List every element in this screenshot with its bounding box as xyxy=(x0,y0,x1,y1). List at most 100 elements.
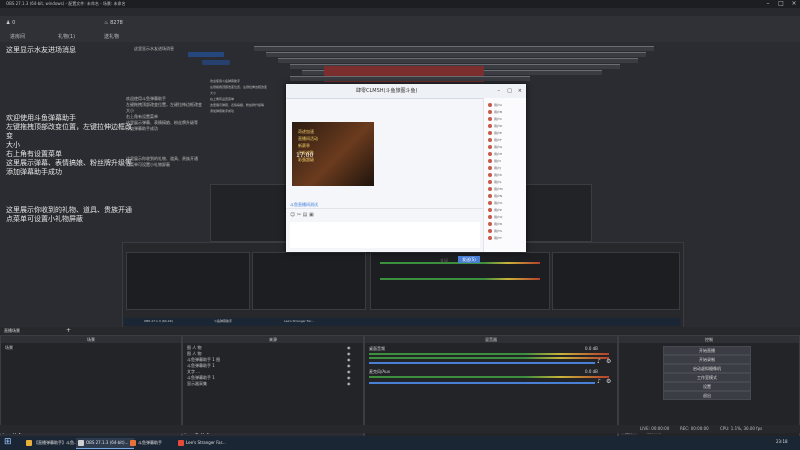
control-button[interactable]: 工作室模式 xyxy=(663,373,751,382)
taskbar-item[interactable]: 斗鱼弹幕助手 xyxy=(128,438,182,448)
chat-dialog: 肆零CLMSH(斗鱼旅图斗鱼) – □ × 奇迹加速 直播间活动 新赛季 全新皮… xyxy=(286,84,526,263)
avatar xyxy=(488,222,492,226)
avatar xyxy=(488,208,492,212)
avatar xyxy=(488,187,492,191)
user-list-item[interactable]: 用户P xyxy=(488,207,524,213)
chat-dialog-header: 肆零CLMSH(斗鱼旅图斗鱼) – □ × xyxy=(286,84,526,99)
avatar xyxy=(488,152,492,156)
user-list-item[interactable]: 用户T xyxy=(488,235,524,241)
nested-welcome-message: 欢迎使用斗鱼弹幕助手 左键拖拽顶部改变位置，左键拉伸边框改变 大小 右上角有设置… xyxy=(126,96,202,131)
speaker-icon[interactable]: ♪ xyxy=(597,378,601,385)
close-button[interactable]: 关闭 xyxy=(440,258,448,264)
user-list-item[interactable]: 用户C xyxy=(488,116,524,122)
user-list-item[interactable]: 用户H xyxy=(488,151,524,157)
track1-volume-slider[interactable] xyxy=(369,362,595,364)
tab-enter-room[interactable]: 进房间 xyxy=(10,33,25,40)
chat-poster-image[interactable]: 奇迹加速 直播间活动 新赛季 全新皮肤 彩蛋超级 17:00 xyxy=(292,122,374,186)
tab-gift[interactable]: 礼物(1) xyxy=(58,33,75,40)
gear-icon[interactable]: ⚙ xyxy=(606,358,611,365)
emoji-icon[interactable]: ☺ xyxy=(290,212,295,218)
window-title-bar: OBS 27.1.3 (64-bit, windows) - 配置文件: 未命名… xyxy=(0,0,800,8)
user-list-item[interactable]: 用户S xyxy=(488,228,524,234)
avatar xyxy=(488,110,492,114)
nested-welcome-message-2: 欢迎使用斗鱼弹幕助手 左键拖拽顶部改变位置，左键拉伸边框改变 大小 右上角有设置… xyxy=(210,79,268,113)
add-tab-icon[interactable]: + xyxy=(66,327,71,334)
user-list-item[interactable]: 用户B xyxy=(488,109,524,115)
nested-meter xyxy=(380,278,540,280)
control-button[interactable]: 设置 xyxy=(663,382,751,391)
user-list-item[interactable]: 用户N xyxy=(488,193,524,199)
close-icon[interactable]: × xyxy=(518,84,522,98)
eye-icon[interactable]: ◉ xyxy=(347,381,351,387)
sources-dock: 来源 图 人 物 ◉ 图 人 物 ◉ 斗鱼弹幕助手 1 图 ◉ 斗鱼弹幕助手 1 ◉ 文字 ..… xyxy=(182,335,364,437)
user-list-item[interactable]: 用户R xyxy=(488,221,524,227)
user-list-item[interactable]: 用户G xyxy=(488,144,524,150)
track1-meter xyxy=(369,353,609,355)
send-button[interactable]: 发送(S) xyxy=(458,256,480,263)
avatar xyxy=(488,124,492,128)
scenes-dock: 场景 场景 + − ∧ ∨ xyxy=(0,335,182,437)
user-list-item[interactable]: 用户E xyxy=(488,130,524,136)
avatar xyxy=(488,103,492,107)
user-list-item[interactable]: 用户O xyxy=(488,200,524,206)
control-button[interactable]: 开始录制 xyxy=(663,355,751,364)
user-list-item[interactable]: 用户F xyxy=(488,137,524,143)
track1-db: 0.0 dB xyxy=(585,346,598,351)
tab-send-gift[interactable]: 送礼物 xyxy=(104,33,119,40)
scene-item[interactable]: 场景 xyxy=(5,345,13,351)
user-list-item[interactable]: 用户I xyxy=(488,158,524,164)
avatar xyxy=(488,215,492,219)
menu-bar xyxy=(0,8,800,16)
nested-controls-dock xyxy=(552,252,680,310)
user-list-item[interactable]: 用户M xyxy=(488,186,524,192)
control-button[interactable]: 启动虚拟摄像机 xyxy=(663,364,751,373)
minimize-icon[interactable]: – xyxy=(762,0,774,8)
enter-message: 这里显示水友进场消息 xyxy=(6,46,76,54)
track2-db: 0.0 dB xyxy=(585,369,598,374)
folder-icon[interactable]: ▤ xyxy=(303,212,308,218)
scissors-icon[interactable]: ✂ xyxy=(297,212,301,218)
avatar xyxy=(488,194,492,198)
avatar xyxy=(488,145,492,149)
close-icon[interactable]: × xyxy=(788,0,800,8)
track1-name: 桌面音频 xyxy=(369,346,385,351)
nested-scenes-dock xyxy=(126,252,250,310)
mixer-dock-title: 混音器 xyxy=(365,336,617,343)
taskbar-item[interactable]: Lee's Stranger Far... xyxy=(176,438,234,448)
avatar xyxy=(488,173,492,177)
controls-dock: 控制 开始直播开始录制启动虚拟摄像机工作室模式设置退出 控件 场景转场 xyxy=(618,335,800,437)
user-list-item[interactable]: 用户K xyxy=(488,172,524,178)
user-list-item[interactable]: 用户J xyxy=(488,165,524,171)
avatar xyxy=(488,159,492,163)
gear-icon[interactable]: ⚙ xyxy=(606,378,611,385)
mixer-dock: 混音器 桌面音频 0.0 dB ♪ ⚙ 麦克风/Aux 0.0 dB ♪ ⚙ xyxy=(364,335,618,437)
track1-meter xyxy=(369,357,609,359)
input-divider xyxy=(286,208,484,209)
tab-scene[interactable]: 直播场景 xyxy=(4,328,20,334)
user-list-item[interactable]: 用户A xyxy=(488,102,524,108)
source-item[interactable]: 显示器采集 xyxy=(187,381,207,387)
maximize-icon[interactable]: □ xyxy=(507,84,512,98)
windows-start-icon[interactable]: ⊞ xyxy=(4,437,12,447)
control-button[interactable]: 开始直播 xyxy=(663,346,751,355)
minimize-icon[interactable]: – xyxy=(498,84,501,98)
nested-taskbar: OBS 27.1.3 (64-bit) 斗鱼弹幕助手 Lee's Strange… xyxy=(124,318,680,326)
user-list-item[interactable]: 用户Q xyxy=(488,214,524,220)
taskbar-item[interactable]: 【直播弹幕助手】斗鱼... xyxy=(24,438,82,448)
avatar xyxy=(488,117,492,121)
speaker-icon[interactable]: ♪ xyxy=(597,358,601,365)
gift-message: 这里展示你收到的礼物、道具、贵族开通 点菜单可设置小礼物屏蔽 xyxy=(6,206,132,223)
nested-enter-message: 这里显示水友进场消息 xyxy=(134,46,174,51)
user-list-item[interactable]: 用户D xyxy=(488,123,524,129)
control-button[interactable]: 退出 xyxy=(663,391,751,400)
user-list-item[interactable]: 用户L xyxy=(488,179,524,185)
avatar xyxy=(488,180,492,184)
maximize-icon[interactable]: □ xyxy=(775,0,787,8)
fire-icon: ♨ xyxy=(104,20,109,26)
taskbar-item-obs[interactable]: OBS 27.1.3 (64-bit)... xyxy=(76,438,134,449)
avatar xyxy=(488,166,492,170)
dock-tabs-row: 直播场景 + xyxy=(0,327,800,335)
chat-input[interactable] xyxy=(290,222,480,248)
track2-volume-slider[interactable] xyxy=(369,382,595,384)
image-icon[interactable]: ▣ xyxy=(309,212,314,218)
